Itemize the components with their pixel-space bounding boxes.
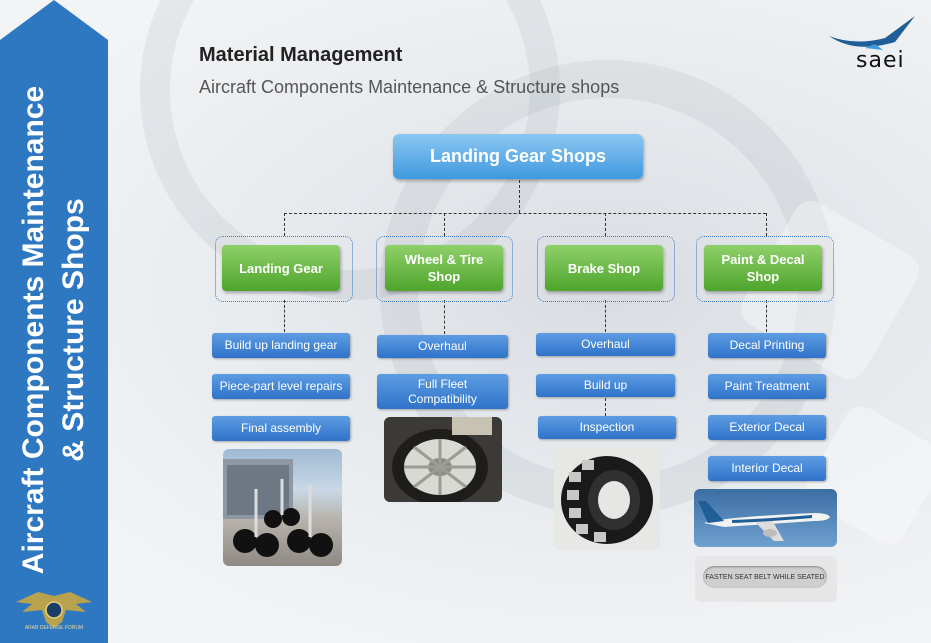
item-interior-decal: Interior Decal	[708, 456, 826, 481]
item-brake-inspection: Inspection	[538, 416, 676, 439]
seat-belt-sign-text: FASTEN SEAT BELT WHILE SEATED	[705, 573, 825, 581]
item-brake-build-up: Build up	[536, 374, 675, 397]
seat-belt-sign: FASTEN SEAT BELT WHILE SEATED	[703, 566, 827, 588]
seat-belt-sign-photo: FASTEN SEAT BELT WHILE SEATED	[695, 556, 837, 602]
connector-line	[444, 213, 445, 236]
connector-line	[605, 398, 606, 416]
eagle-emblem-icon	[16, 592, 92, 628]
item-decal-printing: Decal Printing	[708, 333, 826, 358]
item-piece-part-level-repairs: Piece-part level repairs	[212, 374, 350, 399]
item-brake-overhaul: Overhaul	[536, 333, 675, 356]
category-paint-decal-shop: Paint & Decal Shop	[704, 245, 822, 291]
connector-line	[444, 300, 445, 334]
side-banner-title: Aircraft Components Maintenance & Struct…	[14, 60, 94, 600]
watermark-text: ARAB DEFENSE FORUM	[24, 625, 84, 631]
connector-line	[284, 213, 766, 214]
banner-arrow-tip	[0, 0, 108, 40]
airplane-photo	[694, 489, 837, 547]
root-node-landing-gear-shops: Landing Gear Shops	[393, 134, 643, 179]
side-banner-line-2: & Structure Shops	[57, 198, 90, 462]
connector-line	[284, 213, 285, 236]
category-wheel-tire-label: Wheel & Tire Shop	[404, 252, 484, 284]
connector-line	[284, 300, 285, 332]
item-build-up-landing-gear: Build up landing gear	[212, 333, 350, 358]
connector-line	[605, 213, 606, 236]
side-banner-line-1: Aircraft Components Maintenance	[17, 85, 50, 575]
category-brake-shop: Brake Shop	[545, 245, 663, 291]
connector-line	[766, 213, 767, 236]
brake-assembly-photo	[554, 448, 660, 550]
item-full-fleet-compatibility: Full Fleet Compatibility	[377, 374, 508, 409]
item-full-fleet-label: Full Fleet Compatibility	[408, 376, 477, 406]
connector-line	[519, 180, 520, 213]
item-wheel-overhaul: Overhaul	[377, 335, 508, 358]
connector-line	[766, 300, 767, 332]
wheel-tire-photo	[384, 417, 502, 502]
logo-text: saei	[856, 48, 905, 73]
landing-gear-photo	[223, 449, 342, 566]
item-final-assembly: Final assembly	[212, 416, 350, 441]
item-paint-treatment: Paint Treatment	[708, 374, 826, 399]
category-paint-decal-label: Paint & Decal Shop	[721, 252, 805, 284]
category-landing-gear: Landing Gear	[222, 245, 340, 291]
connector-line	[605, 300, 606, 332]
page-subtitle: Aircraft Components Maintenance & Struct…	[199, 77, 620, 97]
item-exterior-decal: Exterior Decal	[708, 415, 826, 440]
category-wheel-tire-shop: Wheel & Tire Shop	[385, 245, 503, 291]
page-title: Material Management	[199, 44, 403, 66]
